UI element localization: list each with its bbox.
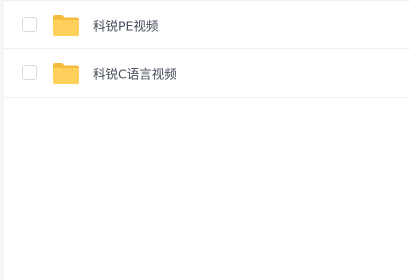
file-checkbox[interactable] [22,65,37,80]
file-list: 科锐PE视频 科锐C语言视频 [4,0,410,98]
file-checkbox[interactable] [22,16,37,32]
file-name[interactable]: 科锐PE视频 [93,15,158,34]
folder-icon [52,13,80,37]
file-row[interactable]: 科锐PE视频 [4,0,410,49]
file-row[interactable]: 科锐C语言视频 [4,49,410,98]
folder-icon [52,61,80,85]
file-name[interactable]: 科锐C语言视频 [93,64,177,83]
